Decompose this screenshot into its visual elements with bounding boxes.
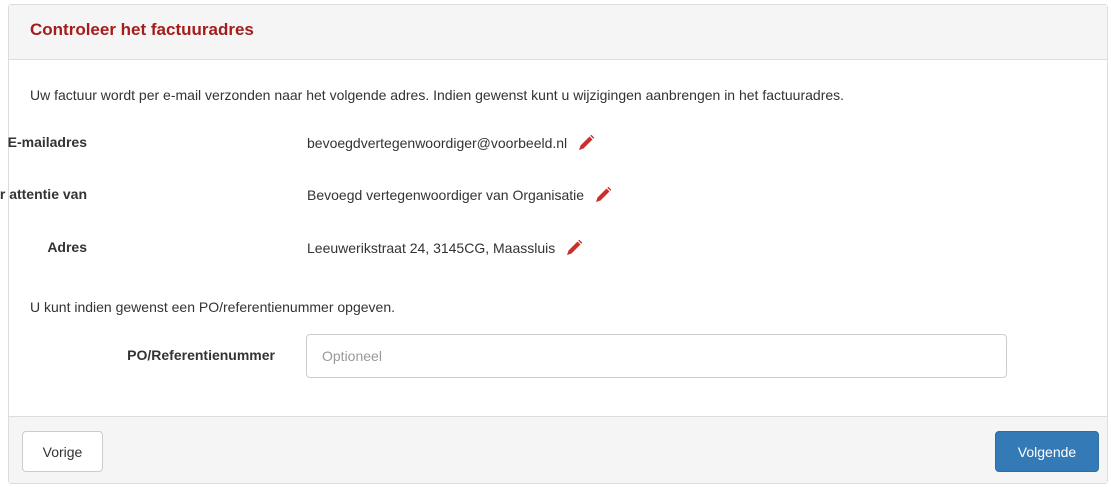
pencil-icon[interactable]	[577, 134, 595, 152]
attention-value: Bevoegd vertegenwoordiger van Organisati…	[307, 187, 585, 203]
billing-address-panel: Controleer het factuuradres Uw factuur w…	[0, 4, 1108, 484]
email-value-wrapper: bevoegdvertegenwoordiger@voorbeeld.nl	[307, 134, 595, 152]
address-row: Adres Leeuwerikstraat 24, 3145CG, Maassl…	[9, 239, 909, 263]
attention-value-wrapper: Bevoegd vertegenwoordiger van Organisati…	[307, 186, 612, 204]
email-label: E-mailadres	[7, 134, 87, 150]
pencil-icon[interactable]	[594, 186, 612, 204]
attention-row: Ter attentie van Bevoegd vertegenwoordig…	[0, 186, 909, 210]
panel-footer: Vorige Volgende	[9, 416, 1107, 483]
email-row: E-mailadres bevoegdvertegenwoordiger@voo…	[7, 134, 909, 158]
previous-button[interactable]: Vorige	[22, 431, 103, 472]
po-reference-input[interactable]	[306, 334, 1007, 378]
po-label: PO/Referentienummer	[127, 347, 275, 363]
panel-heading: Controleer het factuuradres	[9, 5, 1107, 60]
intro-text: Uw factuur wordt per e-mail verzonden na…	[30, 87, 845, 103]
address-value: Leeuwerikstraat 24, 3145CG, Maassluis	[307, 240, 556, 256]
address-value-wrapper: Leeuwerikstraat 24, 3145CG, Maassluis	[307, 239, 583, 257]
page-title: Controleer het factuuradres	[30, 20, 254, 39]
pencil-icon[interactable]	[565, 239, 583, 257]
address-label: Adres	[47, 239, 87, 255]
po-intro-text: U kunt indien gewenst een PO/referentien…	[30, 299, 395, 315]
attention-label: Ter attentie van	[0, 186, 87, 202]
next-button[interactable]: Volgende	[995, 431, 1099, 472]
email-value: bevoegdvertegenwoordiger@voorbeeld.nl	[307, 135, 568, 151]
